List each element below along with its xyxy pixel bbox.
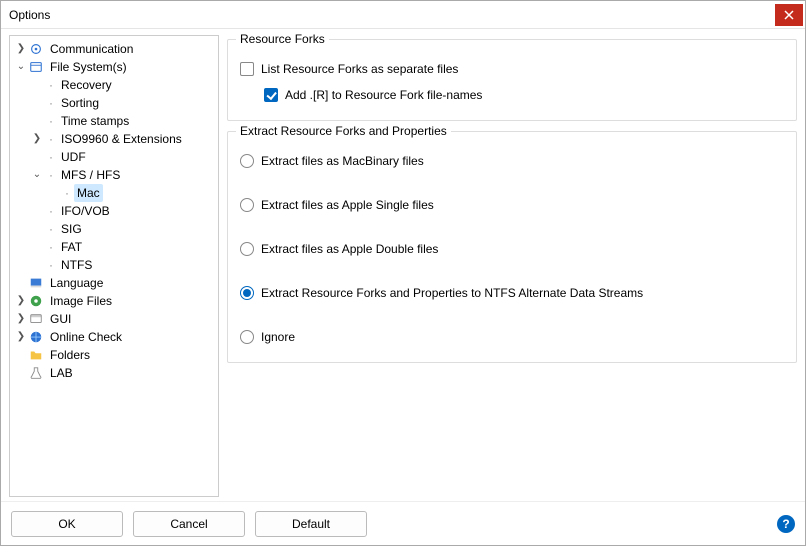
chevron-right-icon[interactable]: ❯ <box>14 312 28 326</box>
tree-item-folders[interactable]: ·Folders <box>12 346 218 364</box>
tree-item-imagefiles[interactable]: ❯Image Files <box>12 292 218 310</box>
tree-item-timestamps[interactable]: ·Time stamps <box>28 112 218 130</box>
close-button[interactable] <box>775 4 803 26</box>
radio-apple-single[interactable] <box>240 198 254 212</box>
folder-icon <box>28 347 44 363</box>
tree-item-sorting[interactable]: ·Sorting <box>28 94 218 112</box>
chevron-right-icon[interactable]: ❯ <box>14 330 28 344</box>
tree-item-ntfs[interactable]: ·NTFS <box>28 256 218 274</box>
tree-item-ifo-vob[interactable]: ·IFO/VOB <box>28 202 218 220</box>
language-icon <box>28 275 44 291</box>
radio-ntfs-ads[interactable] <box>240 286 254 300</box>
checkbox-label: List Resource Forks as separate files <box>261 62 458 76</box>
gui-icon <box>28 311 44 327</box>
tree-item-mac[interactable]: ·Mac <box>44 184 218 202</box>
filesystem-icon <box>28 59 44 75</box>
close-icon <box>784 10 794 20</box>
tree-item-fat[interactable]: ·FAT <box>28 238 218 256</box>
lab-icon <box>28 365 44 381</box>
tree-item-gui[interactable]: ❯GUI <box>12 310 218 328</box>
chevron-down-icon[interactable]: ⌄ <box>30 168 44 182</box>
cancel-button[interactable]: Cancel <box>133 511 245 537</box>
radio-label: Extract files as MacBinary files <box>261 154 424 168</box>
chevron-right-icon[interactable]: ❯ <box>30 132 44 146</box>
help-icon: ? <box>782 517 789 531</box>
tree-item-iso[interactable]: ❯·ISO9960 & Extensions <box>28 130 218 148</box>
category-tree[interactable]: ❯ Communication ⌄ File System(s) ·Recove… <box>9 35 219 497</box>
radio-label: Extract files as Apple Single files <box>261 198 434 212</box>
tree-item-mfs-hfs[interactable]: ⌄·MFS / HFS <box>28 166 218 184</box>
chevron-down-icon[interactable]: ⌄ <box>14 60 28 74</box>
tree-item-udf[interactable]: ·UDF <box>28 148 218 166</box>
radio-label: Extract Resource Forks and Properties to… <box>261 286 643 300</box>
checkbox-list-separate[interactable] <box>240 62 254 76</box>
tree-item-communication[interactable]: ❯ Communication <box>12 40 218 58</box>
tree-item-recovery[interactable]: ·Recovery <box>28 76 218 94</box>
ok-button[interactable]: OK <box>11 511 123 537</box>
options-dialog: Options ❯ Communication ⌄ Fil <box>0 0 806 546</box>
group-resource-forks: Resource Forks List Resource Forks as se… <box>227 39 797 121</box>
radio-ignore[interactable] <box>240 330 254 344</box>
settings-panel: Resource Forks List Resource Forks as se… <box>227 35 797 497</box>
help-button[interactable]: ? <box>777 515 795 533</box>
group-extract: Extract Resource Forks and Properties Ex… <box>227 131 797 363</box>
tree-item-mac-selected: Mac <box>74 184 103 202</box>
checkbox-label: Add .[R] to Resource Fork file-names <box>285 88 482 102</box>
radio-macbinary[interactable] <box>240 154 254 168</box>
globe-icon <box>28 329 44 345</box>
chevron-right-icon[interactable]: ❯ <box>14 42 28 56</box>
window-title: Options <box>9 8 775 22</box>
radio-label: Ignore <box>261 330 295 344</box>
radio-apple-double[interactable] <box>240 242 254 256</box>
group-legend: Extract Resource Forks and Properties <box>236 124 451 138</box>
checkbox-add-r-suffix[interactable] <box>264 88 278 102</box>
tree-item-language[interactable]: ·Language <box>12 274 218 292</box>
tree-item-sig[interactable]: ·SIG <box>28 220 218 238</box>
dialog-footer: OK Cancel Default ? <box>1 501 805 545</box>
chevron-right-icon[interactable]: ❯ <box>14 294 28 308</box>
tree-item-lab[interactable]: ·LAB <box>12 364 218 382</box>
default-button[interactable]: Default <box>255 511 367 537</box>
tree-item-onlinecheck[interactable]: ❯Online Check <box>12 328 218 346</box>
radio-label: Extract files as Apple Double files <box>261 242 438 256</box>
image-icon <box>28 293 44 309</box>
group-legend: Resource Forks <box>236 32 329 46</box>
tree-item-filesystems[interactable]: ⌄ File System(s) <box>12 58 218 76</box>
titlebar: Options <box>1 1 805 29</box>
comm-icon <box>28 41 44 57</box>
